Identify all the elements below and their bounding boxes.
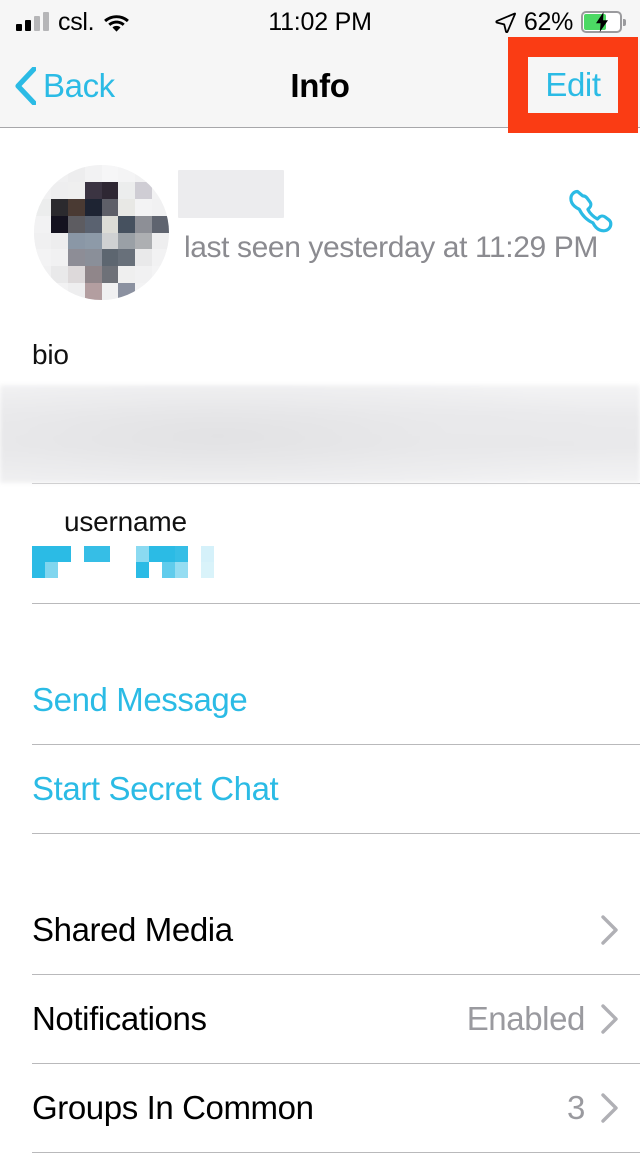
bio-field: bio — [0, 325, 640, 483]
notifications-value: Enabled — [466, 1000, 586, 1037]
bio-value-redacted — [0, 385, 640, 483]
battery-percent-label: 62% — [523, 7, 573, 36]
username-value-redacted-mosaic — [32, 546, 214, 578]
notifications-row[interactable]: Notifications Enabled — [0, 975, 640, 1063]
notifications-label: Notifications — [32, 1000, 207, 1037]
send-message-label: Send Message — [32, 681, 248, 718]
clock-label: 11:02 PM — [268, 7, 372, 36]
username-field: username — [0, 484, 640, 603]
row-accessory: Enabled — [467, 1000, 618, 1038]
avatar-redacted-mosaic — [34, 165, 169, 300]
username-label: username — [64, 506, 187, 537]
send-message-button[interactable]: Send Message — [0, 656, 640, 744]
call-icon[interactable] — [561, 184, 617, 240]
groups-in-common-row[interactable]: Groups In Common 3 — [0, 1064, 640, 1152]
groups-in-common-label: Groups In Common — [32, 1089, 314, 1126]
start-secret-chat-button[interactable]: Start Secret Chat — [0, 745, 640, 833]
shared-media-row[interactable]: Shared Media — [0, 886, 640, 974]
edit-button[interactable]: Edit — [528, 57, 618, 113]
start-secret-chat-label: Start Secret Chat — [32, 770, 279, 807]
bio-label: bio — [32, 339, 69, 370]
contact-header: last seen yesterday at 11:29 PM — [0, 128, 640, 325]
avatar[interactable] — [34, 165, 169, 300]
edit-button-highlight: Edit — [508, 37, 638, 133]
chevron-right-icon — [601, 915, 618, 945]
contact-name-redacted — [178, 170, 284, 218]
edit-button-label: Edit — [545, 66, 601, 103]
chevron-right-icon — [601, 1093, 618, 1123]
battery-charging-icon — [581, 11, 626, 33]
groups-in-common-value: 3 — [567, 1089, 585, 1126]
info-content: last seen yesterday at 11:29 PM bio user… — [0, 128, 640, 1153]
shared-media-label: Shared Media — [32, 911, 233, 948]
row-accessory — [585, 915, 618, 945]
section-gap — [0, 834, 640, 886]
contact-status-label: last seen yesterday at 11:29 PM — [184, 231, 598, 264]
chevron-right-icon — [601, 1004, 618, 1034]
location-arrow-icon — [495, 12, 516, 33]
section-gap — [0, 604, 640, 656]
row-accessory: 3 — [567, 1089, 618, 1127]
